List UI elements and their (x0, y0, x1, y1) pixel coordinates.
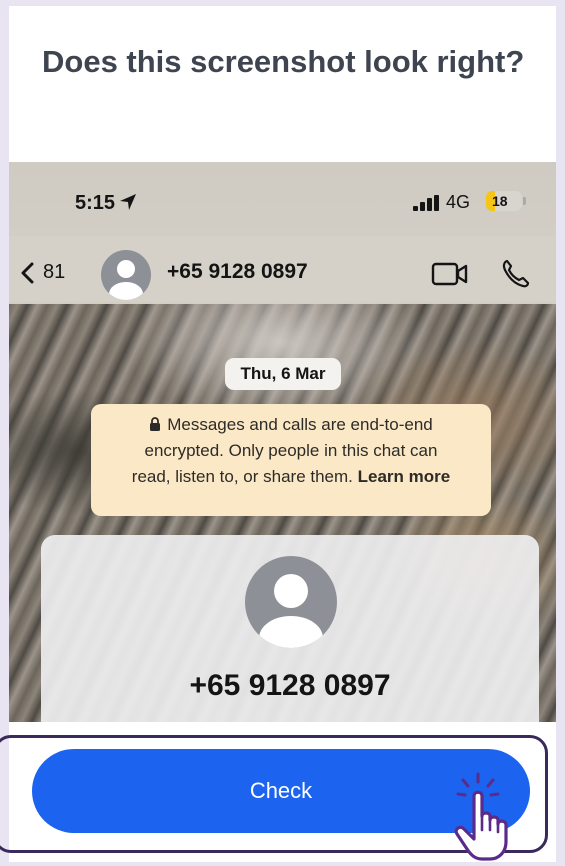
date-separator: Thu, 6 Mar (225, 358, 341, 390)
avatar-icon (259, 574, 323, 648)
battery-nub (523, 197, 526, 205)
contact-card: +65 9128 0897 (41, 535, 539, 722)
back-chevron-icon (21, 262, 34, 284)
network-type: 4G (446, 192, 471, 212)
encryption-line-3: read, listen to, or share them. Learn mo… (91, 464, 491, 490)
encryption-text-3: read, listen to, or share them. (131, 467, 353, 486)
battery-icon: 18 (486, 191, 522, 211)
contact-avatar (245, 556, 337, 648)
avatar (101, 250, 151, 300)
encryption-line-2: encrypted. Only people in this chat can (144, 441, 438, 460)
encryption-line-1: Messages and calls are end-to-end (91, 412, 491, 438)
avatar-icon (109, 260, 143, 300)
video-call-icon (431, 262, 468, 286)
screenshot-preview: 5:15 4G 18 81 +65 9128 0897 Thu, 6 Mar M… (9, 162, 556, 722)
page-title: Does this screenshot look right? (42, 44, 525, 79)
location-arrow-icon (120, 194, 136, 210)
contact-name: +65 9128 0897 (167, 260, 308, 283)
encryption-notice: Messages and calls are end-to-end encryp… (91, 404, 491, 516)
back-count: 81 (43, 261, 66, 283)
battery-level: 18 (492, 193, 508, 209)
screenshot-confirmation-card: Does this screenshot look right? 5:15 4G… (9, 6, 556, 862)
lock-icon (150, 417, 161, 431)
encryption-text-1: Messages and calls are end-to-end (167, 415, 433, 434)
phone-icon (502, 259, 529, 288)
signal-icon (413, 195, 439, 211)
learn-more-link: Learn more (357, 467, 451, 486)
chat-header: 81 +65 9128 0897 (9, 236, 556, 304)
pointer-hand-icon (454, 772, 508, 861)
status-time: 5:15 (75, 192, 116, 214)
status-bar: 5:15 4G 18 (9, 162, 556, 236)
contact-card-number: +65 9128 0897 (189, 669, 391, 702)
